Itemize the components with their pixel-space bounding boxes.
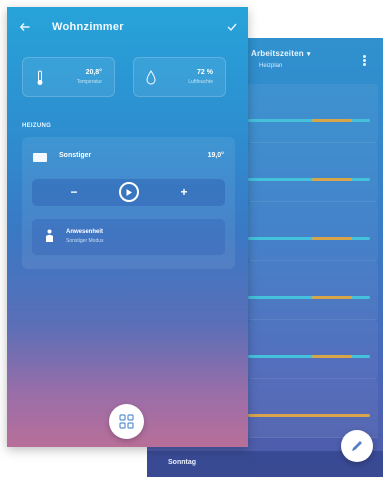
more-vertical-icon[interactable] [363,55,367,67]
warm-segment [312,178,352,181]
schedule-timeline [248,355,370,358]
humidity-value: 72 % [197,69,213,76]
zone-temperature: 19,0° [207,152,224,159]
page-title: Wohnzimmer [52,21,124,33]
schedule-list [248,84,378,438]
grid-fab-button[interactable] [109,404,144,439]
schedule-row[interactable] [248,143,378,202]
person-icon [46,229,53,242]
schedule-timeline [248,296,370,299]
front-screen: Wohnzimmer 20,8° Temperatur 72 % Luftfeu… [7,7,248,447]
schedule-row[interactable] [248,202,378,261]
front-header: Wohnzimmer [7,7,248,47]
back-screen-title[interactable]: Arbeitszeiten ▾ [251,49,311,58]
section-label: HEIZUNG [22,123,52,129]
warm-segment [312,355,352,358]
schedule-row[interactable] [248,84,378,143]
schedule-timeline [248,178,370,181]
heating-zone-card[interactable]: Sonstiger 19,0° − + Anwesenheit Sonstige… [22,137,235,269]
warm-segment [312,237,352,240]
play-button[interactable] [119,182,139,202]
humidity-card: 72 % Luftfeuchte [133,57,226,97]
warm-segment [312,119,352,122]
schedule-row[interactable] [248,320,378,379]
grid-icon [119,414,134,429]
pencil-icon [352,441,362,451]
play-icon [126,188,132,196]
presence-description: Sonstiger Modus [66,238,104,244]
temperature-label: Temperatur [76,79,102,85]
schedule-timeline [248,237,370,240]
presence-item[interactable]: Anwesenheit Sonstiger Modus [32,219,225,255]
schedule-timeline [248,119,370,122]
zone-name: Sonstiger [59,152,92,159]
humidity-icon [146,70,156,85]
temperature-card: 20,8° Temperatur [22,57,115,97]
radiator-icon [33,153,47,162]
schedule-timeline [248,414,370,417]
warm-segment [312,296,352,299]
footer-day-label: Sonntag [168,459,196,466]
back-screen-subtitle: Heizplan [259,63,283,69]
humidity-label: Luftfeuchte [188,79,213,85]
temperature-control-bar: − + [32,179,225,206]
temperature-value: 20,8° [85,69,102,76]
edit-fab-button[interactable] [341,430,373,462]
arrow-left-icon[interactable] [20,23,30,31]
presence-title: Anwesenheit [66,229,104,235]
schedule-row[interactable] [248,261,378,320]
decrease-button[interactable]: − [68,184,80,200]
increase-button[interactable]: + [178,184,190,200]
chevron-down-icon: ▾ [306,51,311,58]
thermometer-icon [37,70,43,85]
back-title-text: Arbeitszeiten [251,49,304,58]
check-icon[interactable] [227,22,237,32]
